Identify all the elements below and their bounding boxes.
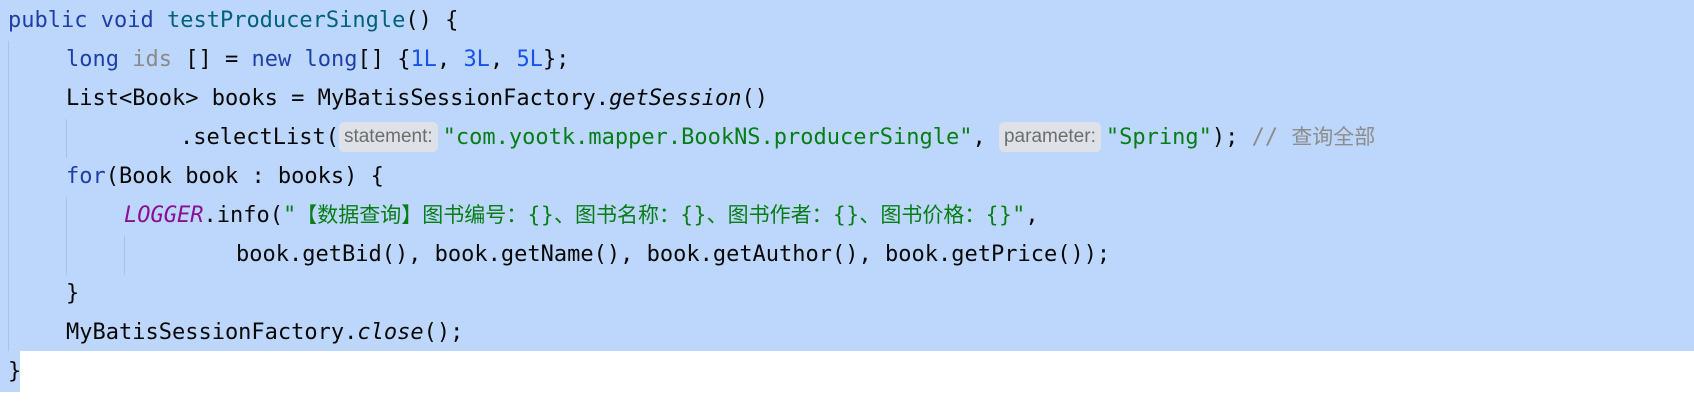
static-field-logger: LOGGER — [124, 203, 204, 228]
keyword-new: new — [251, 47, 292, 72]
code-text: MyBatisSessionFactory. — [66, 320, 358, 345]
code-text: () — [741, 86, 769, 111]
string-literal: "com.yootk.mapper.BookNS.producerSingle" — [442, 125, 973, 150]
keyword-long: long — [66, 47, 119, 72]
string-literal-message: 【数据查询】图书编号：{}、图书名称：{}、图书作者：{}、图书价格：{} — [296, 203, 1013, 227]
method-name: testProducerSingle — [166, 8, 406, 33]
number-literal: 5L — [516, 47, 543, 72]
code-text: List<Book> books = MyBatisSessionFactory… — [66, 86, 610, 111]
code-text: book.getBid(), book.getName(), book.getA… — [236, 242, 1111, 267]
code-line-9[interactable]: MyBatisSessionFactory.close(); — [66, 312, 463, 353]
code-line-10[interactable]: } — [8, 351, 21, 392]
code-text: (); — [423, 320, 464, 345]
code-line-4[interactable]: .selectList(statement: "com.yootk.mapper.… — [180, 117, 1375, 158]
code-text: } — [8, 359, 22, 384]
code-line-3[interactable]: List<Book> books = MyBatisSessionFactory… — [66, 78, 768, 119]
keyword-void: void — [100, 8, 154, 33]
keyword-for: for — [66, 164, 106, 189]
static-method-call: getSession — [609, 86, 742, 111]
unused-variable-ids: ids — [132, 47, 172, 72]
inlay-hint-parameter: parameter: — [998, 122, 1101, 152]
comment-text: 查询全部 — [1291, 125, 1376, 149]
inlay-hint-statement: statement: — [338, 122, 438, 152]
method-signature-rest: () { — [405, 8, 459, 33]
number-literal: 3L — [463, 47, 490, 72]
code-text: (Book book : books) { — [105, 164, 384, 189]
code-line-7[interactable]: book.getBid(), book.getName(), book.getA… — [236, 234, 1110, 275]
indent-guide — [124, 236, 125, 275]
code-text: .info( — [203, 203, 283, 228]
string-quote: " — [282, 203, 297, 228]
code-text: , — [489, 47, 517, 72]
code-text: } — [66, 281, 80, 306]
indent-guide — [8, 41, 9, 351]
string-literal: "Spring" — [1105, 125, 1212, 150]
code-text: .selectList( — [180, 125, 339, 150]
code-line-1[interactable]: public void testProducerSingle() { — [8, 0, 458, 41]
code-text: [] = — [171, 47, 252, 72]
keyword-long: long — [291, 47, 358, 72]
indent-guide — [66, 119, 67, 158]
code-line-8[interactable]: } — [66, 273, 79, 314]
code-text: ); — [1211, 125, 1239, 150]
code-text: , — [1025, 203, 1039, 228]
comment-slashes: // — [1238, 125, 1292, 150]
code-text: }; — [542, 47, 570, 72]
code-text: [] { — [357, 47, 411, 72]
code-line-2[interactable]: long ids [] = new long[] {1L, 3L, 5L}; — [66, 39, 569, 80]
code-line-5[interactable]: for(Book book : books) { — [66, 156, 384, 197]
number-literal: 1L — [410, 47, 437, 72]
static-method-call: close — [357, 320, 424, 345]
code-line-6[interactable]: LOGGER.info("【数据查询】图书编号：{}、图书名称：{}、图书作者：… — [124, 195, 1039, 236]
code-text: , — [972, 125, 999, 150]
code-text: , — [436, 47, 464, 72]
string-quote: " — [1012, 203, 1026, 228]
code-editor[interactable]: public void testProducerSingle() { long … — [0, 0, 1694, 412]
keyword-public: public — [8, 8, 88, 33]
indent-guide — [66, 197, 67, 275]
